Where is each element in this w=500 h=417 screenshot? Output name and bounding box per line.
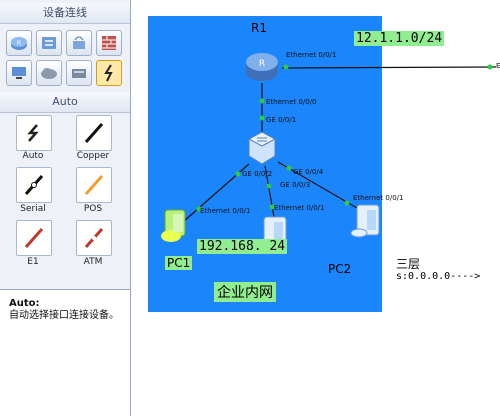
link-r1-wan <box>281 66 497 69</box>
port-sw-pc3: GE 0/0/3 <box>280 181 311 189</box>
note-line1: 三层 <box>396 257 421 271</box>
port-sw-pc1: GE 0/0/2 <box>242 170 273 178</box>
router-name: R1 <box>251 21 267 35</box>
port-sw-pc2: GE 0/0/4 <box>293 168 324 176</box>
pc1-icon[interactable] <box>159 206 189 246</box>
switch-icon-node[interactable] <box>247 130 277 166</box>
port-edge: E <box>496 62 500 70</box>
port-r1-wan: Ethernet 0/0/1 <box>286 51 337 59</box>
pc2-name: PC2 <box>328 262 352 276</box>
svg-text:R: R <box>259 59 265 69</box>
note-line2: s:0.0.0.0----> <box>396 271 481 282</box>
pc2-icon[interactable] <box>349 201 383 243</box>
port-pc1: Ethernet 0/0/1 <box>200 207 251 215</box>
pc1-name: PC1 <box>165 256 193 270</box>
router-r1-icon[interactable]: R <box>244 50 280 84</box>
port-pc3: Ethernet 0/0/1 <box>274 204 325 212</box>
lan-network-label: 192.168. 24 <box>197 239 288 254</box>
wan-network-label: 12.1.1.0/24 <box>354 31 445 46</box>
port-sw-up: GE 0/0/1 <box>266 116 297 124</box>
area-label: 企业内网 <box>214 282 276 302</box>
port-r1-lan: Ethernet 0/0/0 <box>266 98 317 106</box>
port-pc2: Ethernet 0/0/1 <box>353 194 404 202</box>
